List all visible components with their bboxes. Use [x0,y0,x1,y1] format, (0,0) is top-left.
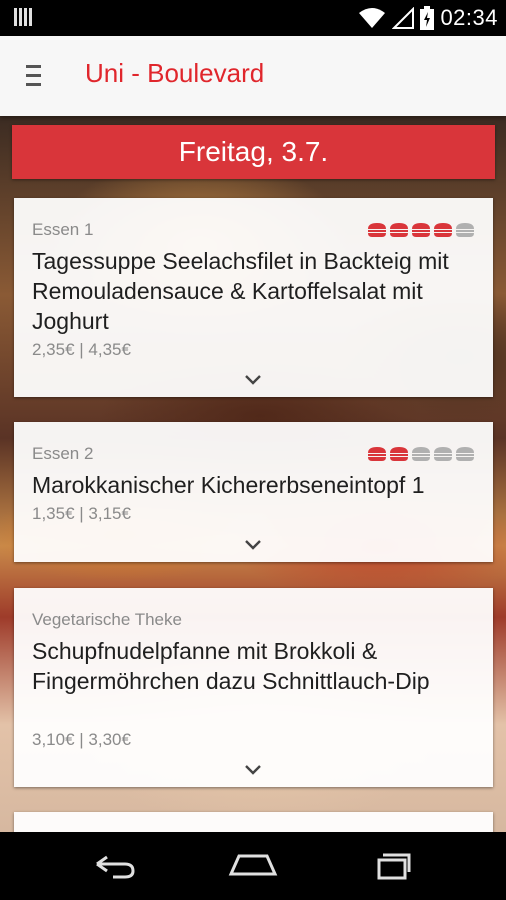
home-icon[interactable] [223,844,283,884]
status-time: 02:34 [440,5,498,30]
meal-name: Schupfnudelpfanne mit Brokkoli & Fingerm… [32,638,430,694]
burger-rating-icon [368,447,386,461]
meal-price: 2,35€ | 4,35€ [32,340,131,359]
burger-rating-empty-icon [434,447,452,461]
wifi-icon [359,8,386,28]
meal-card[interactable] [14,812,493,832]
back-icon[interactable] [83,844,143,884]
burger-rating-icon [434,223,452,237]
chevron-down-icon[interactable] [244,764,262,776]
app-bar: Uni - Boulevard [0,36,506,116]
chevron-down-icon[interactable] [244,374,262,386]
navigation-bar [0,832,506,900]
meal-price: 3,10€ | 3,30€ [32,730,131,749]
meal-card[interactable]: Essen 1 Tagessuppe Seelachsfilet in Back… [14,198,493,397]
meal-price: 1,35€ | 3,15€ [32,504,131,523]
rating [367,222,475,238]
burger-rating-icon [368,223,386,237]
menu-list[interactable]: Freitag, 3.7. Essen 1 Tagessuppe Seelach… [0,116,506,832]
burger-rating-icon [390,223,408,237]
hamburger-menu-icon[interactable] [26,65,44,87]
meal-card[interactable]: Vegetarische Theke Schupfnudelpfanne mit… [14,588,493,787]
status-bar: 02:34 [0,0,506,36]
burger-rating-icon [412,223,430,237]
app-title: Uni - Boulevard [85,58,265,88]
burger-rating-empty-icon [456,223,474,237]
meal-category: Vegetarische Theke [32,610,182,629]
sim-icon [14,8,34,28]
meal-name: Marokkanischer Kichererbseneintopf 1 [32,472,425,498]
battery-charging-icon [420,6,435,30]
signal-icon [392,7,415,29]
meal-name: Tagessuppe Seelachsfilet in Backteig mit… [32,248,449,334]
burger-rating-icon [390,447,408,461]
meal-category: Essen 1 [32,220,94,239]
burger-rating-empty-icon [412,447,430,461]
recents-icon[interactable] [363,844,423,884]
chevron-down-icon[interactable] [244,539,262,551]
meal-category: Essen 2 [32,444,94,463]
rating [367,446,475,462]
burger-rating-empty-icon [456,447,474,461]
day-banner: Freitag, 3.7. [12,125,495,179]
meal-card[interactable]: Essen 2 Marokkanischer Kichererbseneinto… [14,422,493,562]
